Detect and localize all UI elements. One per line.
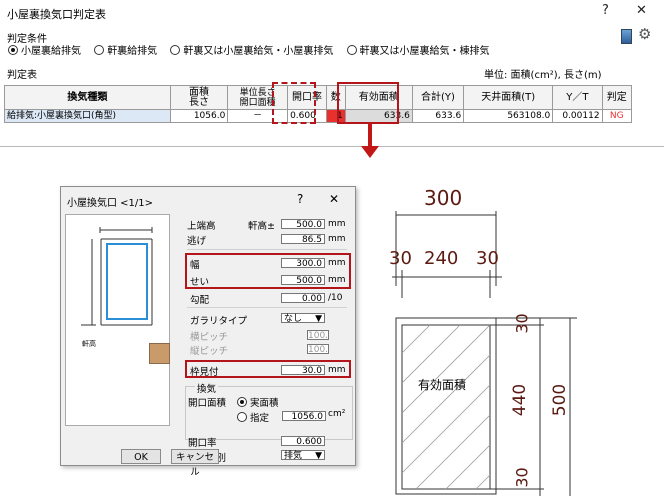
specified-area-input[interactable]: 1056.0 [282, 411, 326, 422]
slope-input[interactable]: 0.00 [281, 293, 325, 304]
table-label: 判定表 [7, 70, 37, 81]
right-total-dimension: 500 [550, 383, 571, 417]
judgement-table: 換気種類 面積 長さ 単位長さ 開口面積 開口率 数 有効面積 合計(Y) 天井… [4, 85, 633, 123]
top-end-input[interactable]: 500.0 [281, 219, 325, 230]
vpitch-label: 縦ピッチ [190, 346, 229, 357]
dialog-close-button[interactable]: ✕ [329, 192, 339, 206]
book-icon[interactable] [621, 29, 632, 44]
unit-mm: mm [328, 234, 346, 244]
specified-area-option[interactable]: 指定 [237, 410, 269, 424]
dimension-lines [392, 211, 577, 496]
dialog-help-button[interactable]: ? [297, 192, 303, 206]
cancel-button[interactable]: キャンセル [171, 449, 219, 478]
hpitch-input[interactable]: 100.0 [307, 330, 329, 340]
opening-area-label: 開口面積 [188, 398, 227, 409]
radio-icon[interactable] [237, 412, 247, 422]
table-header-row: 換気種類 面積 長さ 単位長さ 開口面積 開口率 数 有効面積 合計(Y) 天井… [4, 85, 633, 110]
close-button[interactable]: ✕ [636, 3, 647, 18]
actual-area-option[interactable]: 実面積 [237, 395, 279, 409]
attic-vent-dialog: 小屋換気口 <1/1> ? ✕ 軒高 上端高 軒高± 500.0 mm 逃げ 8… [60, 186, 356, 478]
right-top-dimension: 30 [512, 313, 532, 334]
effective-area-highlight [337, 82, 399, 124]
frame-highlight [185, 360, 351, 378]
top-mid-dimension: 240 [424, 248, 459, 269]
unit-cm2: cm² [328, 409, 346, 419]
radio-selected-icon[interactable] [8, 45, 18, 55]
nige-label: 逃げ [187, 236, 207, 247]
header-cell: 面積 長さ [169, 85, 229, 110]
opening-ratio-highlight [272, 82, 316, 124]
help-button[interactable]: ? [602, 3, 609, 18]
top-end-sub-label: 軒高± [248, 221, 275, 232]
hpitch-label: 横ピッチ [190, 332, 229, 343]
header-cell: 判定 [601, 85, 633, 110]
top-end-label: 上端高 [187, 221, 216, 232]
ventilation-group-label: 換気 [195, 381, 219, 395]
preview-label: 軒高 [82, 340, 96, 348]
radio-icon[interactable] [94, 45, 105, 55]
table-cell: 1056.0 [169, 109, 229, 123]
vent-type-select[interactable]: 排気 ▼ [281, 450, 325, 461]
radio-icon[interactable] [170, 45, 181, 55]
unit-mm: mm [328, 219, 346, 229]
effective-area-label: 有効面積 [418, 378, 467, 392]
vent-elevation-figure [81, 227, 153, 326]
vpitch-input[interactable]: 100.0 [307, 344, 329, 354]
table-cell: 給排気:小屋裏換気口(角型) [4, 109, 171, 123]
condition-option-2[interactable]: 軒裏給排気 [94, 45, 157, 57]
condition-option-1[interactable]: 小屋裏給排気 [8, 45, 81, 57]
judgement-ng-cell: NG [601, 109, 633, 123]
conditions-radio-group: 小屋裏給排気 軒裏給排気 軒裏又は小屋裏給気・小屋裏排気 軒裏又は小屋裏給気・棟… [8, 42, 500, 57]
table-cell: 633.6 [411, 109, 465, 123]
radio-selected-icon[interactable] [237, 397, 247, 407]
divider [187, 307, 347, 308]
opening-ratio-input[interactable]: 0.600 [281, 436, 325, 447]
right-bottom-dimension: 30 [512, 467, 532, 488]
nige-input[interactable]: 86.5 [281, 234, 325, 245]
slope-unit: /10 [328, 293, 343, 303]
condition-option-4[interactable]: 軒裏又は小屋裏給気・棟排気 [346, 45, 490, 57]
header-cell: 天井面積(T) [463, 85, 554, 110]
top-left-dimension: 30 [389, 248, 412, 269]
table-cell: 0.00112 [552, 109, 603, 123]
divider [187, 249, 347, 250]
header-cell: 合計(Y) [411, 85, 465, 110]
texture-swatch[interactable] [149, 343, 170, 364]
table-row[interactable]: 給排気:小屋裏換気口(角型) 1056.0 － 0.600 1 633.6 63… [4, 109, 633, 123]
units-text: 単位: 面積(cm²), 長さ(m) [484, 70, 602, 81]
gallery-type-select[interactable]: なし ▼ [281, 313, 325, 324]
dimension-diagram: 300 30 240 30 有効面積 30 440 30 500 [372, 178, 664, 496]
slope-label: 勾配 [190, 295, 210, 306]
dialog-title: 小屋換気口 <1/1> [67, 198, 154, 209]
size-highlight [185, 253, 351, 289]
vent-preview: 軒高 [65, 214, 170, 426]
radio-icon[interactable] [346, 45, 357, 55]
window-title: 小屋裏換気口判定表 [7, 8, 106, 21]
condition-option-3[interactable]: 軒裏又は小屋裏給気・小屋裏排気 [170, 45, 333, 57]
chevron-down-icon[interactable]: ▼ [315, 451, 322, 461]
opening-ratio-label: 開口率 [188, 438, 217, 449]
ok-button[interactable]: OK [121, 449, 161, 464]
chevron-down-icon[interactable]: ▼ [315, 314, 322, 324]
top-right-dimension: 30 [476, 248, 499, 269]
gallery-type-label: ガラリタイプ [190, 316, 248, 327]
header-cell: Y／T [552, 85, 603, 110]
gear-icon[interactable]: ⚙ [638, 27, 651, 42]
ventilation-judgement-window: 小屋裏換気口判定表 ? ✕ 判定条件 小屋裏給排気 軒裏給排気 軒裏又は小屋裏給… [0, 0, 664, 147]
table-cell: 563108.0 [463, 109, 554, 123]
down-arrow-icon [361, 146, 379, 158]
header-cell: 換気種類 [4, 85, 171, 110]
right-mid-dimension: 440 [510, 383, 531, 417]
